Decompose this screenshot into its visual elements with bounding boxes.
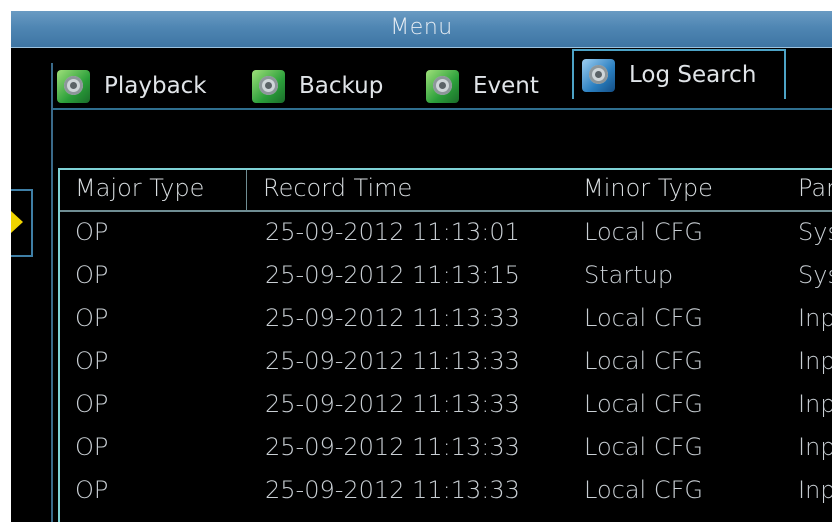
title-bar: Menu <box>11 11 832 48</box>
table-row[interactable]: OP 25-09-2012 11:13:15 Startup Sys <box>60 257 832 300</box>
tab-label: Backup <box>299 73 384 99</box>
cell-parameter: Sys <box>798 261 832 289</box>
cell-parameter: Inp <box>798 476 832 504</box>
column-header-record-time[interactable]: Record Time <box>263 174 412 202</box>
cell-major-type: OP <box>75 433 109 461</box>
log-table: Major Type Record Time Minor Type Par OP… <box>58 168 832 522</box>
cell-parameter: Inp <box>798 390 832 418</box>
play-arrow-icon <box>11 211 23 233</box>
cell-record-time: 25-09-2012 11:13:33 <box>265 347 520 375</box>
cell-minor-type: Local CFG <box>584 304 703 332</box>
cell-minor-type: Local CFG <box>584 347 703 375</box>
cell-major-type: OP <box>75 347 109 375</box>
cell-parameter: Inp <box>798 433 832 461</box>
left-divider <box>51 63 53 522</box>
cell-major-type: OP <box>75 218 109 246</box>
tab-label: Event <box>473 73 539 99</box>
window-title: Menu <box>390 15 453 40</box>
cell-parameter: Sys <box>798 218 832 246</box>
tab-label: Log Search <box>629 62 757 88</box>
cell-major-type: OP <box>75 390 109 418</box>
cell-record-time: 25-09-2012 11:13:33 <box>265 433 520 461</box>
tab-log-search[interactable]: Log Search <box>572 49 786 99</box>
table-row[interactable]: OP 25-09-2012 11:13:01 Local CFG Sys <box>60 214 832 257</box>
table-row[interactable]: OP 25-09-2012 11:13:33 Local CFG Inp <box>60 343 832 386</box>
gear-icon <box>57 69 90 103</box>
cell-record-time: 25-09-2012 11:13:33 <box>265 476 520 504</box>
tab-backup[interactable]: Backup <box>252 63 383 109</box>
table-row[interactable]: OP 25-09-2012 11:13:33 Local CFG Inp <box>60 472 832 515</box>
gear-icon <box>252 69 285 103</box>
table-row[interactable]: OP 25-09-2012 11:13:33 Local CFG Inp <box>60 300 832 343</box>
dvr-screen: Menu Playback Backup Event Log Search Ma… <box>11 11 832 522</box>
tab-playback[interactable]: Playback <box>57 63 207 109</box>
cell-record-time: 25-09-2012 11:13:01 <box>265 218 520 246</box>
cell-major-type: OP <box>75 261 109 289</box>
gear-icon <box>582 58 615 92</box>
cell-record-time: 25-09-2012 11:13:33 <box>265 304 520 332</box>
cell-record-time: 25-09-2012 11:13:15 <box>265 261 520 289</box>
table-header: Major Type Record Time Minor Type Par <box>60 170 832 212</box>
tab-event[interactable]: Event <box>426 63 539 109</box>
column-divider <box>246 170 247 210</box>
tab-label: Playback <box>104 73 207 99</box>
cell-parameter: Inp <box>798 304 832 332</box>
column-header-major-type[interactable]: Major Type <box>75 174 204 202</box>
cell-minor-type: Startup <box>584 261 674 289</box>
cell-minor-type: Local CFG <box>584 218 703 246</box>
column-header-minor-type[interactable]: Minor Type <box>583 174 713 202</box>
cell-record-time: 25-09-2012 11:13:33 <box>265 390 520 418</box>
cell-parameter: Inp <box>798 347 832 375</box>
table-row[interactable]: OP 25-09-2012 11:13:33 Local CFG Inp <box>60 429 832 472</box>
column-header-parameter[interactable]: Par <box>798 174 832 202</box>
gear-icon <box>426 69 459 103</box>
cell-minor-type: Local CFG <box>584 476 703 504</box>
cell-minor-type: Local CFG <box>584 390 703 418</box>
cell-major-type: OP <box>75 476 109 504</box>
cell-major-type: OP <box>75 304 109 332</box>
cell-minor-type: Local CFG <box>584 433 703 461</box>
table-row[interactable]: OP 25-09-2012 11:13:33 Local CFG Inp <box>60 386 832 429</box>
